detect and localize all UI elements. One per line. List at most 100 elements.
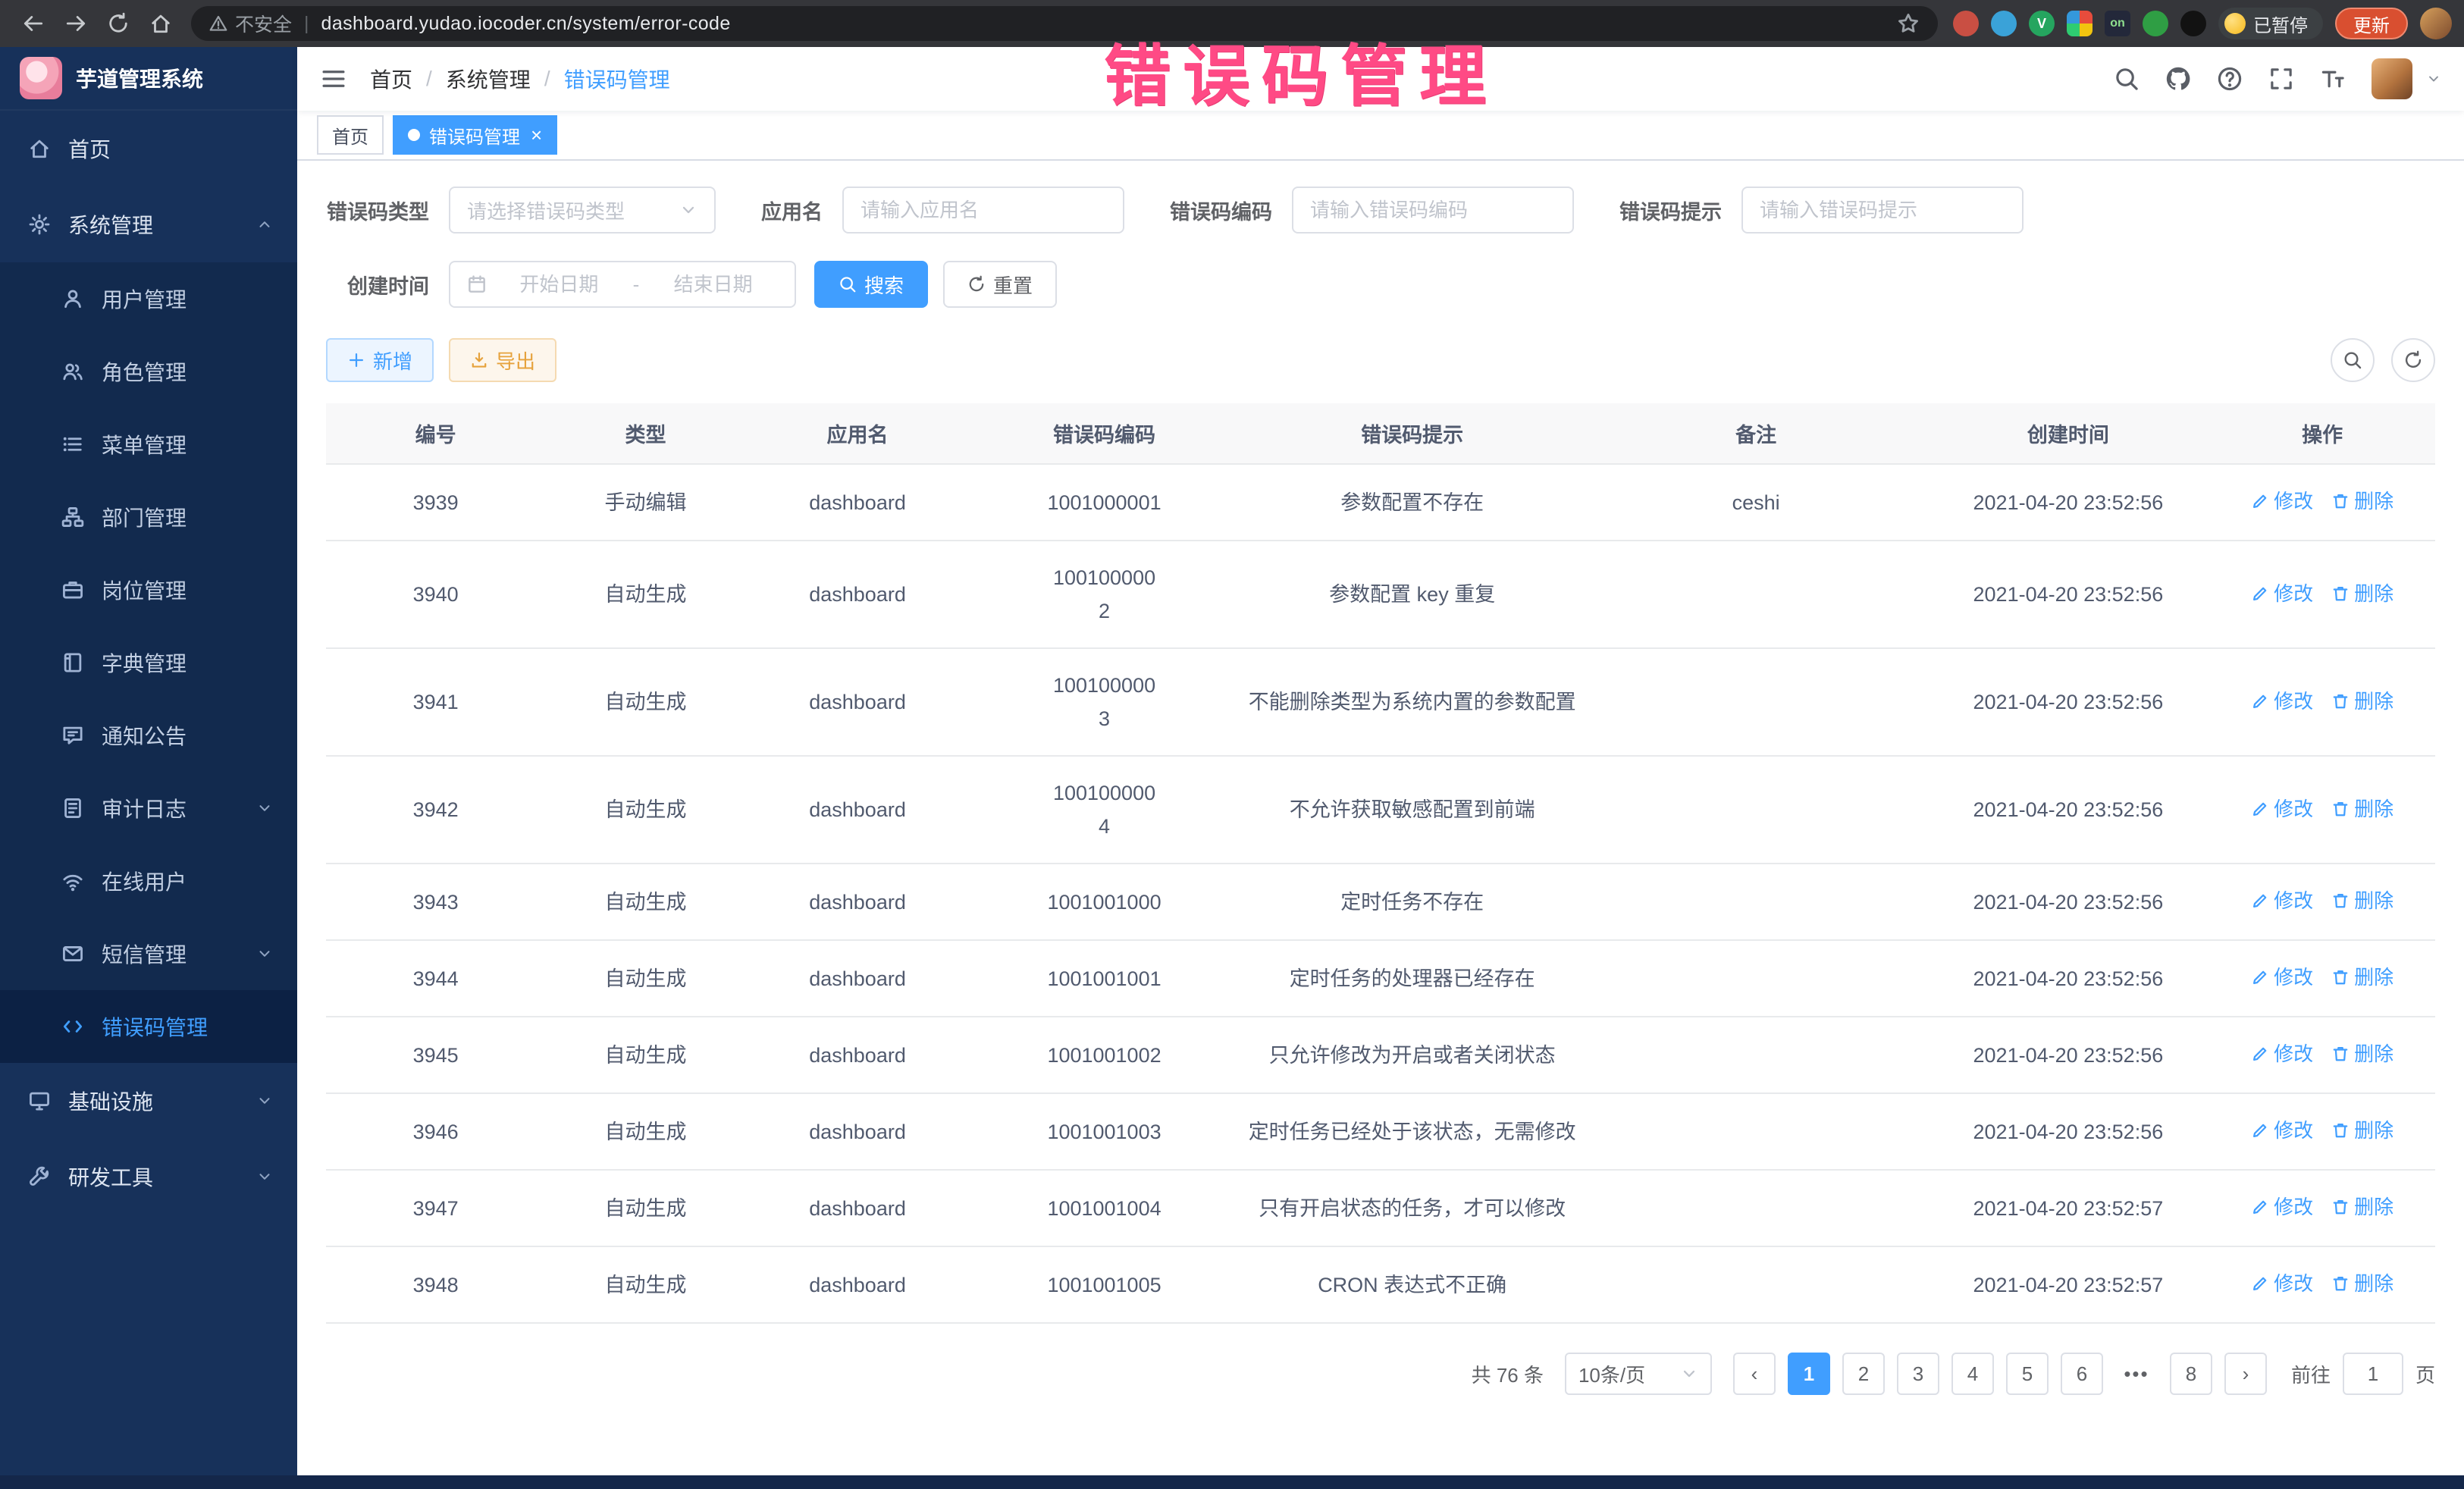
edit-link[interactable]: 修改 — [2251, 1037, 2313, 1071]
cell-type: 手动编辑 — [545, 464, 745, 541]
edit-link[interactable]: 修改 — [2251, 1267, 2313, 1300]
extension-icon-green-v[interactable]: V — [2029, 11, 2055, 36]
edit-link[interactable]: 修改 — [2251, 961, 2313, 994]
sidebar-item-audit-log[interactable]: 审计日志 — [0, 772, 297, 845]
back-icon[interactable] — [15, 5, 52, 42]
navbar-actions — [2114, 58, 2441, 99]
delete-link[interactable]: 删除 — [2331, 792, 2393, 826]
github-icon[interactable] — [2165, 66, 2191, 92]
extension-icon-blue[interactable] — [1991, 11, 2017, 36]
next-page-button[interactable]: › — [2224, 1353, 2267, 1395]
page-button-8[interactable]: 8 — [2170, 1353, 2212, 1395]
date-range-picker[interactable]: - — [449, 261, 796, 308]
delete-link[interactable]: 删除 — [2331, 1037, 2393, 1071]
browser-profile-avatar[interactable] — [2420, 8, 2452, 39]
reload-icon[interactable] — [100, 5, 136, 42]
search-button[interactable]: 搜索 — [814, 261, 928, 308]
extension-icon-dark[interactable] — [2180, 11, 2206, 36]
table-row: 3947自动生成dashboard1001001004只有开启状态的任务，才可以… — [326, 1170, 2435, 1246]
sidebar-item-dict-management[interactable]: 字典管理 — [0, 626, 297, 699]
paused-badge[interactable]: 已暂停 — [2218, 8, 2323, 39]
start-date-input[interactable] — [494, 273, 624, 296]
table-row: 3942自动生成dashboard100100000 4不允许获取敏感配置到前端… — [326, 756, 2435, 864]
delete-link[interactable]: 删除 — [2331, 685, 2393, 718]
sidebar-item-error-code-management[interactable]: 错误码管理 — [0, 990, 297, 1063]
breadcrumb-item[interactable]: 首页 — [370, 64, 412, 94]
search-icon[interactable] — [2114, 66, 2140, 92]
sidebar-item-dept-management[interactable]: 部门管理 — [0, 481, 297, 553]
extension-icon-green[interactable] — [2143, 11, 2168, 36]
tab-error-code[interactable]: 错误码管理× — [393, 115, 557, 155]
sidebar-item-sms-management[interactable]: 短信管理 — [0, 917, 297, 990]
toggle-search-button[interactable] — [2331, 338, 2375, 382]
sidebar-toggle-icon[interactable] — [320, 65, 347, 92]
forward-icon[interactable] — [58, 5, 94, 42]
delete-link[interactable]: 删除 — [2331, 1190, 2393, 1224]
page-size-select[interactable]: 10条/页 — [1565, 1353, 1712, 1395]
extension-icon-on[interactable]: on — [2105, 11, 2130, 36]
prev-page-button[interactable]: ‹ — [1733, 1353, 1776, 1395]
fullscreen-icon[interactable] — [2268, 66, 2294, 92]
sidebar-item-online-users[interactable]: 在线用户 — [0, 845, 297, 917]
delete-link[interactable]: 删除 — [2331, 1114, 2393, 1147]
app-logo-row[interactable]: 芋道管理系统 — [0, 47, 297, 111]
breadcrumb-item[interactable]: 系统管理 — [446, 64, 531, 94]
sidebar-item-user-management[interactable]: 用户管理 — [0, 262, 297, 335]
edit-link[interactable]: 修改 — [2251, 484, 2313, 518]
error-type-select[interactable]: 请选择错误码类型 — [449, 187, 716, 234]
delete-link[interactable]: 删除 — [2331, 961, 2393, 994]
page-ellipsis[interactable]: ••• — [2115, 1353, 2158, 1395]
font-size-icon[interactable] — [2320, 66, 2346, 92]
app-name-input[interactable] — [861, 199, 1106, 222]
edit-icon — [2251, 1045, 2269, 1063]
goto-page-input[interactable] — [2343, 1353, 2403, 1395]
browser-home-icon[interactable] — [143, 5, 179, 42]
edit-link[interactable]: 修改 — [2251, 1114, 2313, 1147]
sidebar-item-dev-tools[interactable]: 研发工具 — [0, 1139, 297, 1215]
tab-close-icon[interactable]: × — [531, 125, 542, 145]
error-code-input[interactable] — [1310, 199, 1556, 222]
edit-link[interactable]: 修改 — [2251, 884, 2313, 917]
reset-button[interactable]: 重置 — [943, 261, 1057, 308]
tab-home[interactable]: 首页 — [317, 115, 384, 155]
sidebar-item-role-management[interactable]: 角色管理 — [0, 335, 297, 408]
help-icon[interactable] — [2217, 66, 2243, 92]
sidebar-item-system-management[interactable]: 系统管理 — [0, 187, 297, 262]
delete-link[interactable]: 删除 — [2331, 1267, 2393, 1300]
cell-actions: 修改删除 — [2209, 1246, 2435, 1323]
sidebar-item-home[interactable]: 首页 — [0, 111, 297, 187]
page-button-1[interactable]: 1 — [1788, 1353, 1830, 1395]
page-button-4[interactable]: 4 — [1951, 1353, 1994, 1395]
edit-link[interactable]: 修改 — [2251, 1190, 2313, 1224]
app-logo — [20, 57, 62, 99]
wrench-icon — [27, 1165, 52, 1189]
extension-icon-red[interactable] — [1953, 11, 1979, 36]
edit-link[interactable]: 修改 — [2251, 792, 2313, 826]
chevron-down-icon[interactable] — [2426, 71, 2441, 86]
export-button[interactable]: 导出 — [449, 338, 556, 382]
sidebar-item-infrastructure[interactable]: 基础设施 — [0, 1063, 297, 1139]
page-button-2[interactable]: 2 — [1842, 1353, 1885, 1395]
address-bar[interactable]: 不安全 | dashboard.yudao.iocoder.cn/system/… — [191, 6, 1938, 41]
delete-link[interactable]: 删除 — [2331, 484, 2393, 518]
sidebar-item-menu-management[interactable]: 菜单管理 — [0, 408, 297, 481]
extension-icon-grid[interactable] — [2067, 11, 2093, 36]
edit-link[interactable]: 修改 — [2251, 577, 2313, 610]
edit-link[interactable]: 修改 — [2251, 685, 2313, 718]
sidebar-item-post-management[interactable]: 岗位管理 — [0, 553, 297, 626]
error-msg-input[interactable] — [1760, 199, 2005, 222]
cell-actions: 修改删除 — [2209, 940, 2435, 1017]
refresh-table-button[interactable] — [2391, 338, 2435, 382]
bookmark-star-icon[interactable] — [1897, 12, 1920, 35]
update-button[interactable]: 更新 — [2335, 8, 2408, 39]
page-button-5[interactable]: 5 — [2006, 1353, 2049, 1395]
delete-link[interactable]: 删除 — [2331, 884, 2393, 917]
cell-id: 3944 — [326, 940, 545, 1017]
user-avatar[interactable] — [2372, 58, 2412, 99]
end-date-input[interactable] — [648, 273, 778, 296]
add-button[interactable]: 新增 — [326, 338, 434, 382]
sidebar-item-notice-announcement[interactable]: 通知公告 — [0, 699, 297, 772]
page-button-6[interactable]: 6 — [2061, 1353, 2103, 1395]
delete-link[interactable]: 删除 — [2331, 577, 2393, 610]
page-button-3[interactable]: 3 — [1897, 1353, 1939, 1395]
